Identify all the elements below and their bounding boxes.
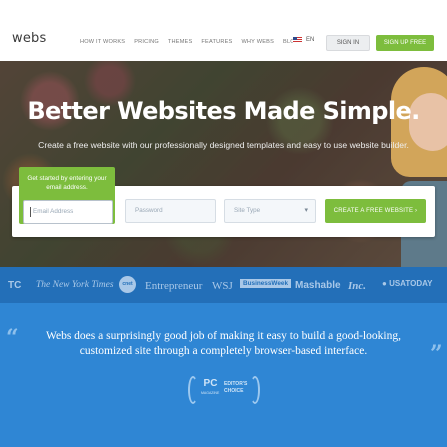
nav-link-pricing[interactable]: PRICING xyxy=(134,39,159,45)
testimonial-section: “ Webs does a surprisingly good job of m… xyxy=(0,303,447,447)
sign-up-free-button[interactable]: SIGN UP FREE xyxy=(376,35,434,51)
nav-link-how-it-works[interactable]: HOW IT WORKS xyxy=(80,39,125,45)
techcrunch-logo: TC xyxy=(8,280,22,291)
businessweek-logo: BusinessWeek xyxy=(240,279,291,288)
nav-links: HOW IT WORKS PRICING THEMES FEATURES WHY… xyxy=(80,39,308,45)
language-selector[interactable]: EN xyxy=(293,37,314,43)
site-type-select[interactable]: Site Type ▾ xyxy=(224,199,316,223)
webs-logo[interactable]: webs xyxy=(12,31,46,46)
top-nav: webs HOW IT WORKS PRICING THEMES FEATURE… xyxy=(0,0,447,61)
press-logos-bar: TC The New York Times cnet Entrepreneur … xyxy=(0,267,447,303)
entrepreneur-logo: Entrepreneur xyxy=(145,280,203,292)
close-quote-icon: ” xyxy=(430,341,443,367)
pc-magazine-editors-choice-badge: PC MAGAZINE EDITOR'S CHOICE xyxy=(186,374,262,406)
nav-link-why-webs[interactable]: WHY WEBS xyxy=(241,39,274,45)
badge-award: EDITOR'S CHOICE xyxy=(224,381,248,394)
badge-magazine: MAGAZINE xyxy=(201,391,220,395)
usatoday-label: USATODAY xyxy=(389,279,433,288)
usatoday-logo: ● USATODAY xyxy=(382,279,433,288)
sign-in-button[interactable]: SIGN IN xyxy=(326,35,370,51)
hero-subtitle: Create a free website with our professio… xyxy=(38,140,409,150)
email-tip-text: Get started by entering your email addre… xyxy=(27,175,107,191)
laurel-right-icon xyxy=(250,376,260,404)
create-free-website-button[interactable]: CREATE A FREE WEBSITE › xyxy=(325,199,426,223)
inc-logo: Inc. xyxy=(348,280,367,292)
password-field[interactable]: Password xyxy=(125,199,216,223)
us-flag-icon xyxy=(293,37,302,43)
laurel-left-icon xyxy=(188,376,198,404)
nav-link-features[interactable]: FEATURES xyxy=(201,39,232,45)
wsj-logo: WSJ xyxy=(212,280,233,292)
chevron-down-icon: ▾ xyxy=(304,207,308,214)
hero-title: Better Websites Made Simple. xyxy=(27,97,420,125)
email-field[interactable]: Email Address xyxy=(23,200,113,224)
testimonial-text: Webs does a surprisingly good job of mak… xyxy=(46,330,401,357)
mashable-logo: Mashable xyxy=(295,280,341,291)
open-quote-icon: “ xyxy=(6,325,19,351)
site-type-label: Site Type xyxy=(234,207,261,214)
nytimes-logo: The New York Times xyxy=(36,280,114,290)
cnet-logo: cnet xyxy=(119,276,136,293)
nav-link-themes[interactable]: THEMES xyxy=(168,39,193,45)
badge-brand: PC xyxy=(203,378,218,389)
language-label: EN xyxy=(306,37,315,43)
